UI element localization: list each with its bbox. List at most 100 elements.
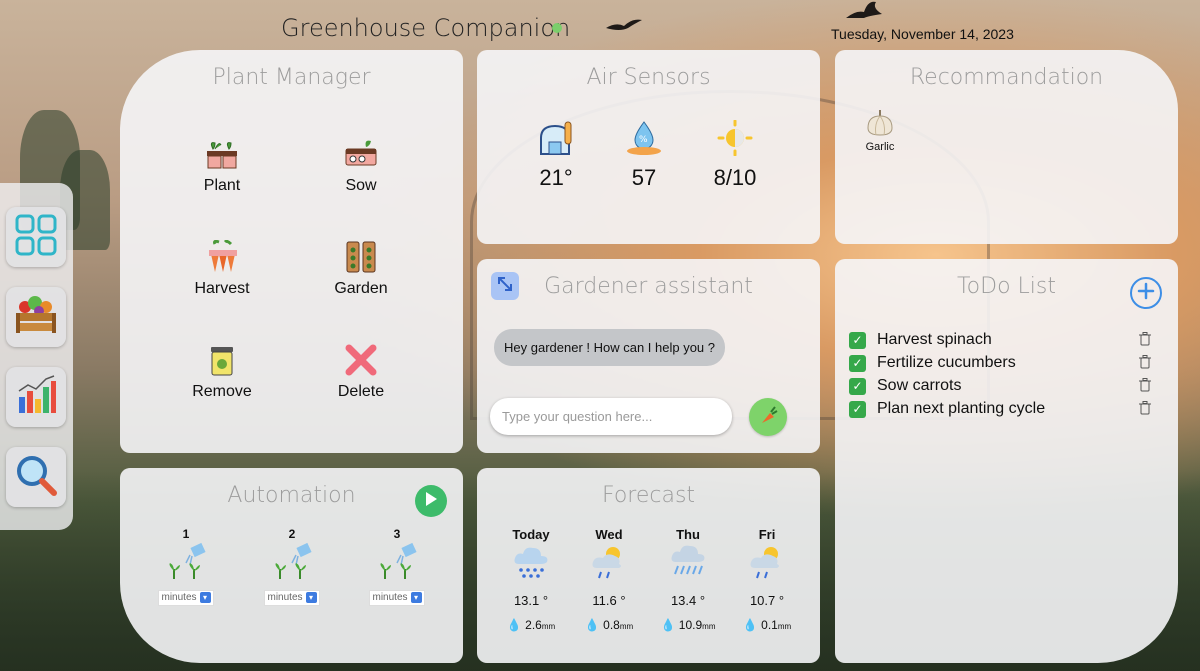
forecast-day: Today 13.1 ° 💧 2.6mm xyxy=(496,527,566,632)
forecast-temp: 13.1 ° xyxy=(513,593,549,608)
plant-button[interactable]: Plant xyxy=(167,137,277,195)
grid-icon xyxy=(14,213,58,262)
forecast-day-name: Wed xyxy=(595,527,623,542)
play-button[interactable] xyxy=(415,485,447,517)
todo-item: ✓ Sow carrots xyxy=(849,376,1159,398)
sow-button[interactable]: Sow xyxy=(306,137,416,195)
trash-icon[interactable] xyxy=(1139,401,1151,420)
sun-rain-icon xyxy=(589,547,629,586)
automation-zone: 3 minutes ▾ xyxy=(357,527,437,606)
forecast-day: Wed 11.6 ° 💧 0.8mm xyxy=(574,527,644,632)
carrots-icon xyxy=(167,240,277,274)
temperature-value: 21° xyxy=(539,165,573,190)
humidity-value: 57 xyxy=(631,165,657,190)
plus-icon xyxy=(1137,282,1155,305)
forecast-title: Forecast xyxy=(601,483,696,508)
harvest-button[interactable]: Harvest xyxy=(167,240,277,298)
expand-button[interactable] xyxy=(491,272,519,300)
air-sensors-title: Air Sensors xyxy=(586,65,711,90)
vegetable-crate-icon xyxy=(13,293,59,342)
sidebar-item-search[interactable] xyxy=(6,447,66,507)
bird-icon xyxy=(606,16,642,37)
bar-chart-icon xyxy=(14,373,58,422)
assistant-title: Gardener assistant xyxy=(544,274,753,299)
todo-checkbox[interactable]: ✓ xyxy=(849,355,866,372)
seed-tray-icon xyxy=(306,137,416,171)
forecast-day-name: Today xyxy=(512,527,550,542)
sidebar-item-crates[interactable] xyxy=(6,287,66,347)
garden-label: Garden xyxy=(334,280,388,297)
forecast-day-name: Fri xyxy=(758,527,776,542)
duration-select[interactable]: minutes ▾ xyxy=(369,590,425,606)
add-todo-button[interactable] xyxy=(1130,277,1162,309)
app-title: Greenhouse Companion xyxy=(281,14,571,42)
automation-zone: 1 minutes ▾ xyxy=(146,527,226,606)
watering-can-icon xyxy=(164,542,208,585)
forecast-day: Fri 10.7 ° 💧 0.1mm xyxy=(732,527,802,632)
plant-label: Plant xyxy=(203,177,241,194)
todo-title: ToDo List xyxy=(956,274,1056,299)
forecast-day: Thu 13.4 ° 💧 10.9mm xyxy=(653,527,723,632)
sidebar-item-dashboard[interactable] xyxy=(6,207,66,267)
forecast-rain: 💧 10.9mm xyxy=(660,618,716,632)
plant-manager-title: Plant Manager xyxy=(212,65,371,90)
automation-title: Automation xyxy=(227,483,356,508)
todo-item: ✓ Fertilize cucumbers xyxy=(849,353,1159,375)
forecast-temp: 10.7 ° xyxy=(749,593,785,608)
sidebar-item-stats[interactable] xyxy=(6,367,66,427)
remove-button[interactable]: Remove xyxy=(167,343,277,401)
forecast-day-name: Thu xyxy=(676,527,700,542)
humidity-icon: % xyxy=(625,121,663,160)
bird-icon xyxy=(846,0,882,25)
trash-icon[interactable] xyxy=(1139,378,1151,397)
watering-can-icon xyxy=(375,542,419,585)
forecast-rain: 💧 0.1mm xyxy=(742,618,792,632)
svg-text:%: % xyxy=(639,135,648,145)
expand-arrows-icon xyxy=(496,275,514,298)
zone-number: 1 xyxy=(182,527,190,541)
forecast-rain: 💧 2.6mm xyxy=(506,618,556,632)
todo-item: ✓ Plan next planting cycle xyxy=(849,399,1159,421)
trash-icon[interactable] xyxy=(1139,332,1151,351)
compost-bin-icon xyxy=(167,343,277,377)
todo-card: ToDo List xyxy=(835,259,1178,663)
automation-zone: 2 minutes ▾ xyxy=(252,527,332,606)
recommendation-item-garlic[interactable]: Garlic xyxy=(856,108,904,153)
magnifier-icon xyxy=(14,453,58,502)
send-button[interactable] xyxy=(749,398,787,436)
delete-button[interactable]: Delete xyxy=(306,343,416,401)
recommendation-title: Recommandation xyxy=(909,65,1104,90)
duration-select[interactable]: minutes ▾ xyxy=(158,590,214,606)
todo-item-label: Harvest spinach xyxy=(877,331,992,348)
assistant-message: Hey gardener ! How can I help you ? xyxy=(494,329,726,366)
sidebar xyxy=(0,183,73,530)
sun-light-icon xyxy=(716,119,754,160)
watering-can-icon xyxy=(270,542,314,585)
light-sensor: 8/10 xyxy=(700,119,770,191)
todo-checkbox[interactable]: ✓ xyxy=(849,401,866,418)
heavy-rain-icon xyxy=(668,545,708,586)
todo-item-label: Fertilize cucumbers xyxy=(877,354,1016,371)
delete-label: Delete xyxy=(337,383,385,400)
current-date: Tuesday, November 14, 2023 xyxy=(831,26,1014,42)
sun-rain-icon xyxy=(747,547,787,586)
rain-cloud-icon xyxy=(511,547,551,586)
garlic-icon xyxy=(864,110,896,140)
harvest-label: Harvest xyxy=(194,280,250,297)
duration-select[interactable]: minutes ▾ xyxy=(264,590,320,606)
todo-item-label: Plan next planting cycle xyxy=(877,400,1046,417)
question-input[interactable] xyxy=(490,398,732,435)
todo-item-label: Sow carrots xyxy=(877,377,962,394)
garden-button[interactable]: Garden xyxy=(306,240,416,298)
temperature-sensor: 21° xyxy=(521,120,591,191)
light-value: 8/10 xyxy=(713,165,757,190)
todo-checkbox[interactable]: ✓ xyxy=(849,332,866,349)
seedling-pots-icon xyxy=(167,137,277,171)
remove-label: Remove xyxy=(192,383,252,400)
garlic-label: Garlic xyxy=(865,141,895,153)
carrot-icon xyxy=(758,405,778,430)
zone-number: 2 xyxy=(288,527,296,541)
todo-checkbox[interactable]: ✓ xyxy=(849,378,866,395)
forecast-temp: 11.6 ° xyxy=(592,593,626,608)
trash-icon[interactable] xyxy=(1139,355,1151,374)
